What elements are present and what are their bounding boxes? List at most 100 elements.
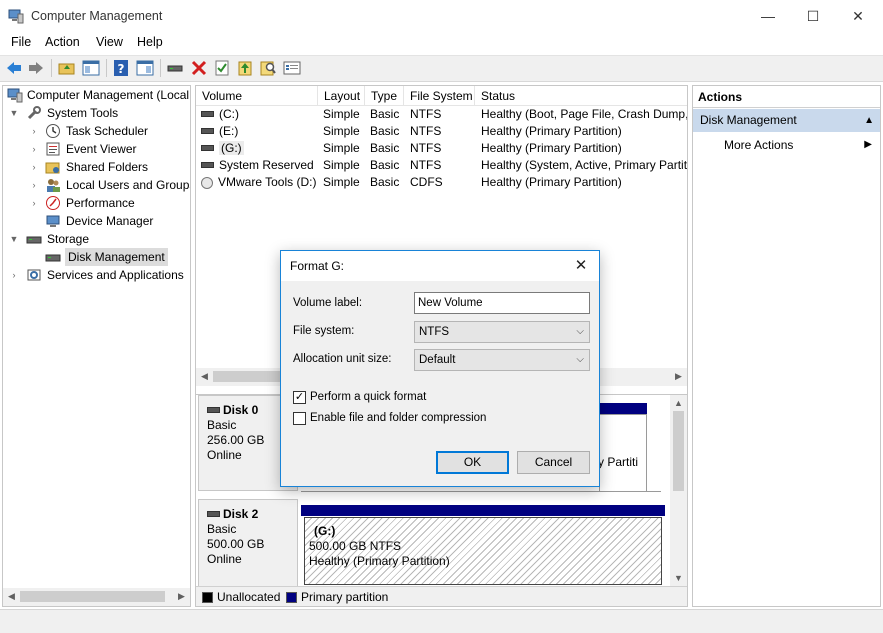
table-row[interactable]: System Reserved Simple Basic NTFS Health… — [196, 157, 687, 174]
dialog-close-button[interactable]: ✕ — [569, 251, 593, 281]
chevron-down-icon: ⌵ — [576, 326, 584, 337]
storage-icon — [26, 236, 42, 244]
svg-text:?: ? — [118, 62, 125, 76]
submenu-arrow-icon: ▶ — [864, 139, 872, 150]
properties-icon[interactable] — [283, 59, 301, 77]
volume-name: (C:) — [219, 107, 239, 121]
tree-horizontal-scrollbar[interactable]: ◀ ▶ — [3, 588, 190, 606]
volume-file-system: NTFS — [410, 141, 442, 155]
file-system-select[interactable]: NTFS ⌵ — [414, 321, 590, 343]
chevron-down-icon[interactable]: ▼ — [9, 230, 19, 248]
close-button[interactable]: ✕ — [835, 0, 881, 32]
chevron-right-icon[interactable]: › — [29, 140, 39, 158]
tools-icon — [27, 106, 41, 120]
disk-size: 500.00 GB — [207, 537, 265, 551]
ok-button[interactable]: OK — [436, 451, 509, 474]
table-row[interactable]: VMware Tools (D:) Simple Basic CDFS Heal… — [196, 174, 687, 191]
disk-icon — [207, 406, 220, 413]
show-action-pane-icon[interactable] — [136, 59, 154, 77]
volume-name: System Reserved — [219, 158, 314, 172]
collapse-up-icon[interactable]: ▲ — [864, 109, 874, 132]
allocation-unit-size-label: Allocation unit size: — [293, 353, 392, 365]
console-tree: Computer Management (Local ▼ System Tool… — [2, 85, 191, 607]
disk-state: Online — [207, 552, 242, 566]
table-row[interactable]: (C:) Simple Basic NTFS Healthy (Boot, Pa… — [196, 106, 687, 123]
volume-file-system: CDFS — [410, 175, 443, 189]
tree-label: Storage — [47, 232, 90, 246]
import-icon[interactable] — [236, 59, 254, 77]
connect-icon[interactable] — [166, 59, 184, 77]
volume-layout: Simple — [323, 158, 360, 172]
chevron-down-icon: ⌵ — [576, 354, 584, 365]
actions-group-disk-management[interactable]: Disk Management ▲ — [693, 109, 880, 132]
tree-label: System Tools — [47, 106, 119, 120]
chevron-right-icon[interactable]: › — [29, 194, 39, 212]
volume-file-system: NTFS — [410, 124, 442, 138]
chevron-right-icon[interactable]: › — [29, 122, 39, 140]
volume-type: Basic — [370, 107, 400, 121]
toolbar — [0, 55, 883, 82]
disk-2-partition-g[interactable]: (G:) 500.00 GB NTFS Healthy (Primary Par… — [304, 517, 662, 585]
scroll-left-icon[interactable]: ◀ — [196, 368, 213, 385]
scroll-left-icon[interactable]: ◀ — [3, 588, 20, 605]
check-icon[interactable] — [213, 59, 231, 77]
scroll-right-icon[interactable]: ▶ — [173, 588, 190, 605]
table-row[interactable]: (E:) Simple Basic NTFS Healthy (Primary … — [196, 123, 687, 140]
column-header-layout[interactable]: Layout — [318, 86, 365, 106]
scrollbar-thumb[interactable] — [673, 411, 684, 491]
cancel-button[interactable]: Cancel — [517, 451, 590, 474]
quick-format-label: Perform a quick format — [310, 391, 427, 403]
chevron-right-icon[interactable]: › — [9, 266, 19, 284]
chevron-down-icon[interactable]: ▼ — [9, 104, 19, 122]
partition-size-fs: 500.00 GB NTFS — [309, 539, 402, 553]
scroll-down-icon[interactable]: ▼ — [670, 570, 687, 587]
disk-management-icon — [45, 254, 61, 262]
tree-label: Performance — [66, 196, 135, 210]
scroll-up-icon[interactable]: ▲ — [670, 395, 687, 412]
computer-management-icon — [7, 88, 23, 103]
column-header-type[interactable]: Type — [365, 86, 404, 106]
legend: Unallocated Primary partition — [196, 586, 687, 606]
partition-bar — [599, 403, 647, 414]
help-icon[interactable]: ? — [112, 59, 130, 77]
back-icon[interactable] — [5, 59, 23, 77]
search-icon[interactable] — [259, 59, 277, 77]
column-header-volume[interactable]: Volume — [196, 86, 318, 106]
menu-help[interactable]: Help — [137, 35, 163, 49]
up-folder-icon[interactable] — [58, 59, 76, 77]
scroll-right-icon[interactable]: ▶ — [670, 368, 687, 385]
maximize-button[interactable]: ☐ — [790, 0, 836, 32]
window-title: Computer Management — [31, 9, 163, 23]
partition-divider — [301, 491, 661, 492]
tree-label: Local Users and Groups — [66, 178, 191, 192]
menu-file[interactable]: File — [11, 35, 31, 49]
disk-area-vertical-scrollbar[interactable]: ▲ ▼ — [670, 395, 687, 587]
volume-label-input[interactable]: New Volume — [414, 292, 590, 314]
forward-icon[interactable] — [27, 59, 45, 77]
allocation-unit-size-select[interactable]: Default ⌵ — [414, 349, 590, 371]
volume-layout: Simple — [323, 141, 360, 155]
disk-name: Disk 2 — [223, 507, 259, 521]
delete-icon[interactable] — [190, 59, 208, 77]
column-header-file-system[interactable]: File System — [404, 86, 475, 106]
disk-0-partition[interactable]: y Partiti — [599, 414, 647, 492]
quick-format-checkbox[interactable]: ✓ — [293, 391, 306, 404]
partition-bar — [301, 505, 665, 516]
volume-type: Basic — [370, 175, 400, 189]
scrollbar-thumb[interactable] — [20, 591, 165, 602]
show-hide-tree-icon[interactable] — [82, 59, 100, 77]
compression-checkbox[interactable] — [293, 412, 306, 425]
chevron-right-icon[interactable]: › — [29, 158, 39, 176]
more-actions[interactable]: More Actions ▶ — [693, 135, 880, 155]
event-viewer-icon — [46, 142, 60, 156]
volume-file-system: NTFS — [410, 107, 442, 121]
chevron-right-icon[interactable]: › — [29, 176, 39, 194]
minimize-button[interactable]: — — [745, 0, 791, 32]
menu-view[interactable]: View — [96, 35, 123, 49]
column-header-status[interactable]: Status — [475, 86, 687, 106]
volume-status: Healthy (Primary Partition) — [481, 124, 622, 138]
disk-2-label[interactable]: Disk 2 Basic 500.00 GB Online — [198, 499, 298, 595]
table-row[interactable]: (G:) Simple Basic NTFS Healthy (Primary … — [196, 140, 687, 157]
menu-action[interactable]: Action — [45, 35, 80, 49]
legend-swatch-primary — [286, 592, 297, 603]
